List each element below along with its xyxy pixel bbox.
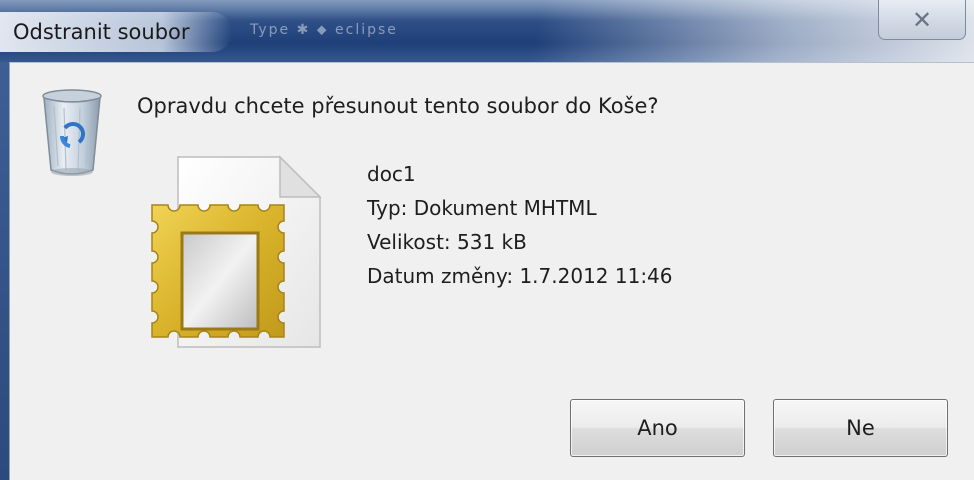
window-frame-left — [0, 62, 9, 480]
title-bar[interactable]: Type ✱ ⬥ eclipse Odstranit soubor ✕ — [0, 0, 974, 62]
file-modified-date: Datum změny: 1.7.2012 11:46 — [367, 264, 673, 288]
file-details: doc1 Typ: Dokument MHTML Velikost: 531 k… — [367, 157, 673, 293]
file-name: doc1 — [367, 162, 416, 186]
confirmation-question: Opravdu chcete přesunout tento soubor do… — [137, 94, 659, 118]
close-icon: ✕ — [911, 5, 933, 34]
background-window-hint: Type ✱ ⬥ eclipse — [250, 22, 398, 38]
recycle-bin-icon — [42, 89, 102, 176]
no-button[interactable]: Ne — [773, 399, 948, 457]
window-title: Odstranit soubor — [13, 20, 190, 44]
mhtml-document-icon — [151, 155, 322, 348]
yes-button[interactable]: Ano — [570, 399, 745, 457]
close-button[interactable]: ✕ — [878, 0, 966, 40]
file-type: Typ: Dokument MHTML — [367, 196, 597, 220]
file-size: Velikost: 531 kB — [367, 230, 527, 254]
delete-file-dialog: Type ✱ ⬥ eclipse Odstranit soubor ✕ Opra… — [0, 0, 974, 480]
